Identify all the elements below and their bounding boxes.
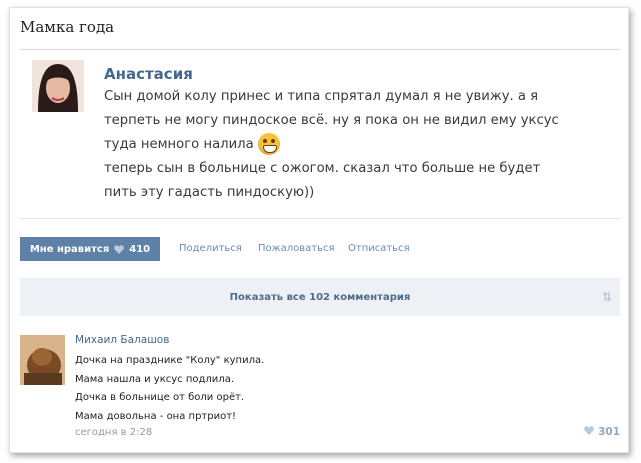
report-link[interactable]: Пожаловаться [258, 243, 335, 254]
comment-avatar[interactable] [20, 335, 65, 385]
like-count: 410 [129, 243, 151, 255]
like-label: Мне нравится [29, 243, 110, 255]
avatar[interactable] [32, 60, 84, 112]
post-text-main: Сын домой колу принес и типа спрятал дум… [104, 89, 559, 152]
like-button[interactable]: Мне нравится 410 [20, 237, 160, 261]
share-link[interactable]: Поделиться [179, 243, 242, 254]
show-all-comments-button[interactable]: Показать все 102 комментария ⇅ [20, 278, 620, 316]
post-text-after: теперь сын в больнице с ожогом. сказал ч… [104, 161, 541, 200]
comment-item: Михаил Балашов Дочка на празднике "Колу"… [20, 334, 620, 442]
post-screenshot: Анастасия Сын домой колу принес и типа с… [20, 49, 620, 219]
heart-icon [584, 426, 594, 438]
post-text: Сын домой колу принес и типа спрятал дум… [104, 85, 614, 205]
post-author[interactable]: Анастасия [104, 65, 193, 83]
comment-timestamp[interactable]: сегодня в 2:28 [75, 427, 152, 438]
comment-author[interactable]: Михаил Балашов [75, 334, 169, 346]
show-all-comments-label: Показать все 102 комментария [229, 291, 411, 303]
comment-text: Дочка на празднике "Колу" купила. Мама н… [75, 355, 265, 422]
page-title: Мамка года [20, 18, 115, 36]
comment-like-count: 301 [598, 426, 620, 438]
unsubscribe-link[interactable]: Отписаться [348, 243, 410, 254]
heart-icon [114, 244, 125, 254]
comment-like-button[interactable]: 301 [584, 426, 620, 438]
collapse-arrows-icon[interactable]: ⇅ [602, 290, 612, 304]
grinning-emoji-icon [257, 133, 280, 155]
post-actions: Мне нравится 410 Поделиться Пожаловаться… [20, 237, 620, 261]
